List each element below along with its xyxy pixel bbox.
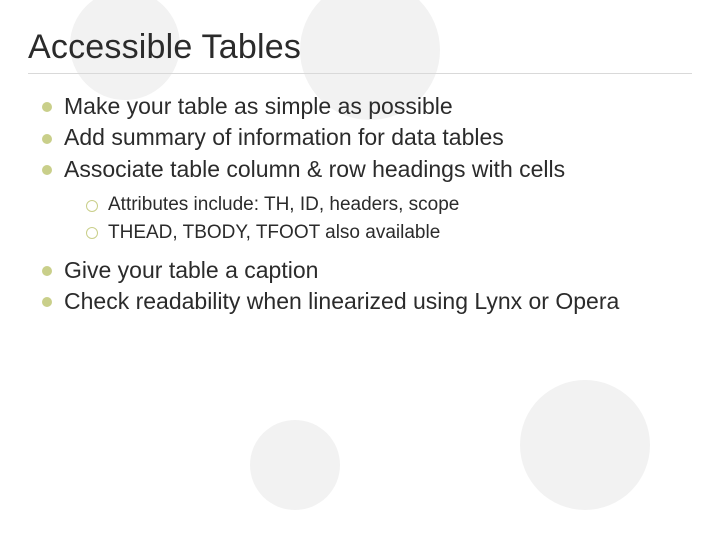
sub-list-item: THEAD, TBODY, TFOOT also available	[86, 220, 692, 246]
list-item: Check readability when linearized using …	[38, 287, 692, 316]
list-item: Make your table as simple as possible	[38, 92, 692, 121]
bg-circle	[250, 420, 340, 510]
divider	[28, 73, 692, 74]
sub-list-item: Attributes include: TH, ID, headers, sco…	[86, 192, 692, 218]
bullet-list: Make your table as simple as possible Ad…	[28, 92, 692, 316]
list-item: Add summary of information for data tabl…	[38, 123, 692, 152]
bg-circle	[520, 380, 650, 510]
list-item: Give your table a caption	[38, 256, 692, 285]
list-item: Associate table column & row headings wi…	[38, 155, 692, 184]
slide-title: Accessible Tables	[28, 28, 692, 67]
slide: Accessible Tables Make your table as sim…	[0, 0, 720, 316]
sub-bullet-list: Attributes include: TH, ID, headers, sco…	[38, 186, 692, 255]
